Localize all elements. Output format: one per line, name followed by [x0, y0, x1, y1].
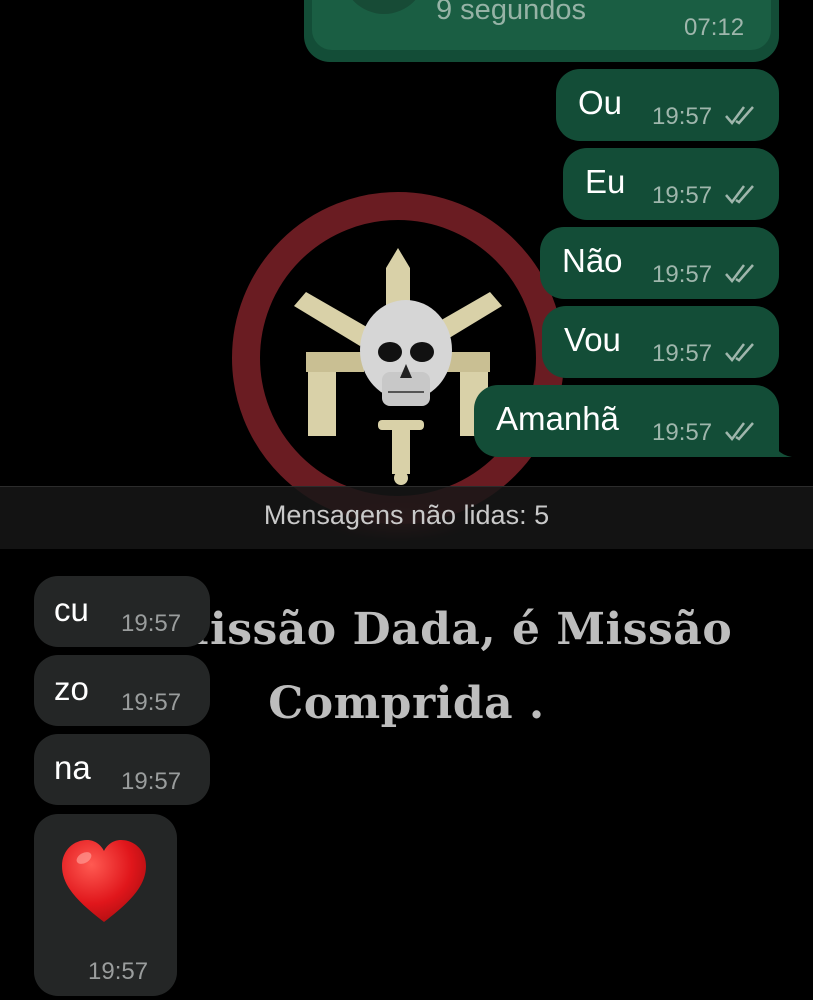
unread-count-label: Mensagens não lidas: 5 [263, 500, 550, 530]
message-time: 19:57 [88, 958, 149, 985]
incoming-message[interactable]: cu 19:57 [34, 576, 210, 647]
message-time: 19:57 [121, 610, 182, 637]
message-time: 19:57 [652, 340, 713, 367]
message-time: 19:57 [121, 689, 182, 716]
phone-icon [342, 0, 426, 14]
outgoing-message[interactable]: Ou 19:57 [556, 69, 779, 141]
red-heart-icon [62, 840, 146, 922]
outgoing-message[interactable]: Amanhã 19:57 [474, 385, 779, 457]
call-icon-circle [342, 0, 426, 14]
outgoing-message[interactable]: Vou 19:57 [542, 306, 779, 378]
message-text: Ou [578, 84, 623, 121]
message-time: 19:57 [121, 768, 182, 795]
message-time: 19:57 [652, 261, 713, 288]
message-text: Vou [564, 321, 621, 358]
bubble-tail [772, 436, 792, 457]
message-text: Não [562, 242, 623, 279]
message-text: na [54, 749, 91, 786]
double-check-icon [725, 264, 754, 283]
double-check-icon [725, 422, 754, 441]
incoming-message[interactable]: zo 19:57 [34, 655, 210, 726]
message-text: zo [54, 670, 89, 707]
message-time: 19:57 [652, 419, 713, 446]
message-time: 19:57 [652, 182, 713, 209]
incoming-message[interactable]: na 19:57 [34, 734, 210, 805]
double-check-icon [725, 106, 754, 125]
incoming-emoji-message[interactable]: 19:57 [34, 814, 177, 996]
double-check-icon [725, 185, 754, 204]
call-duration: 9 segundos [436, 0, 586, 26]
outgoing-message[interactable]: Eu 19:57 [563, 148, 779, 220]
call-timestamp: 07:12 [684, 14, 745, 41]
message-text: cu [54, 591, 89, 628]
double-check-icon [725, 343, 754, 362]
message-text: Amanhã [496, 400, 619, 437]
message-text: Eu [585, 163, 626, 200]
outgoing-message[interactable]: Não 19:57 [540, 227, 779, 299]
message-time: 19:57 [652, 103, 713, 130]
